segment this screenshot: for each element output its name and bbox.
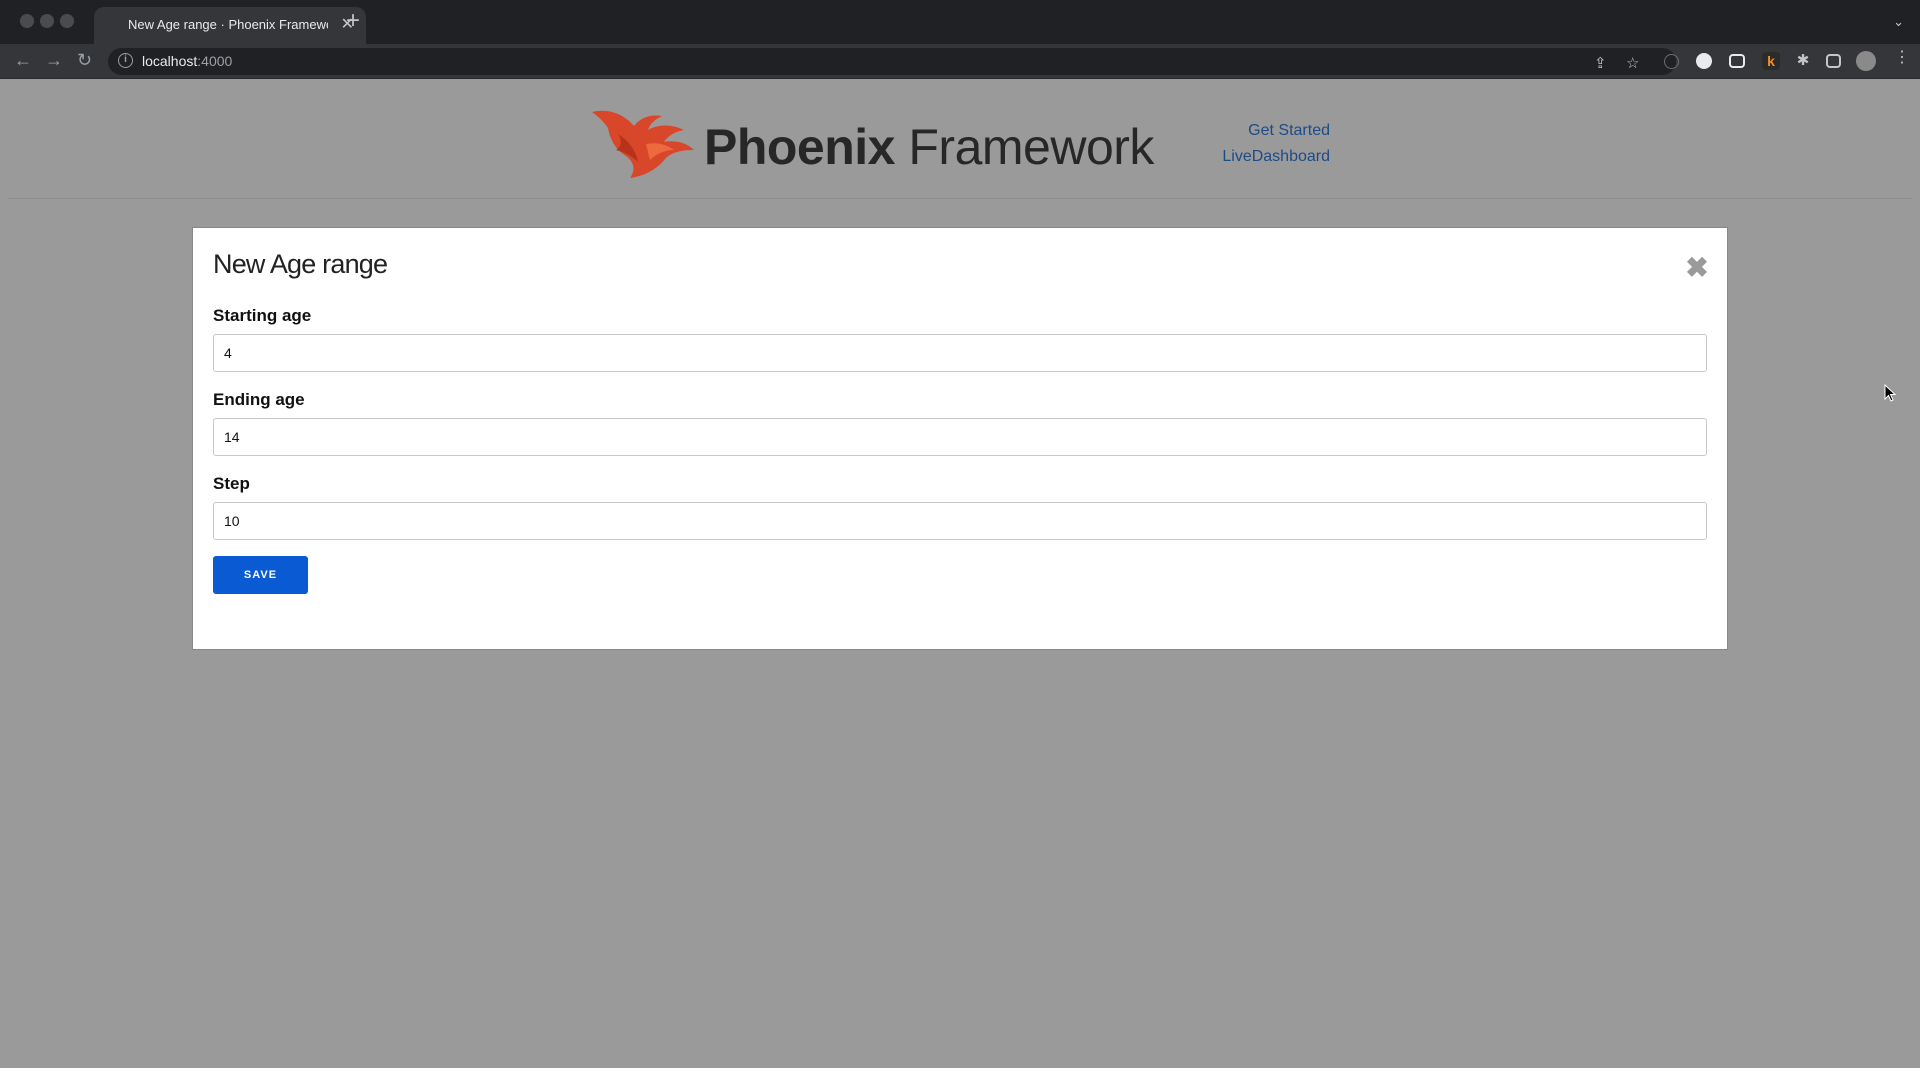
logo-text-light: Framework: [894, 119, 1154, 175]
bookmark-star-icon[interactable]: ☆: [1626, 54, 1639, 72]
url-text: localhost:4000: [142, 53, 232, 69]
extension-circle-icon[interactable]: [1696, 53, 1712, 69]
tab-title: New Age range · Phoenix Framework: [128, 17, 328, 32]
save-button[interactable]: SAVE: [213, 556, 308, 594]
browser-toolbar: ← → ↻ i localhost:4000 ⇪ ☆ k ✱ ⋮: [0, 44, 1920, 79]
step-label: Step: [213, 474, 250, 493]
reload-icon[interactable]: ↻: [77, 51, 92, 69]
window-minimize-dot[interactable]: [40, 14, 54, 28]
url-host: localhost: [142, 53, 198, 69]
phoenix-bird-icon: [592, 110, 694, 178]
window-maximize-dot[interactable]: [60, 14, 74, 28]
mouse-cursor-icon: [1884, 384, 1896, 402]
starting-age-label: Starting age: [213, 306, 312, 325]
get-started-link[interactable]: Get Started: [1160, 118, 1330, 144]
browser-tab-active[interactable]: New Age range · Phoenix Framework ✕: [94, 7, 366, 44]
logo-text-bold: Phoenix: [704, 119, 895, 175]
extension-k-icon[interactable]: k: [1762, 52, 1780, 70]
new-tab-button[interactable]: +: [346, 9, 360, 33]
ending-age-label: Ending age: [213, 390, 305, 409]
live-dashboard-link[interactable]: LiveDashboard: [1160, 144, 1330, 170]
site-header: Phoenix Framework Get Started LiveDashbo…: [0, 80, 1920, 198]
header-divider: [8, 198, 1912, 199]
ending-age-input[interactable]: [213, 418, 1707, 456]
share-icon[interactable]: ⇪: [1594, 54, 1607, 72]
logo-wordmark: Phoenix Framework: [704, 118, 1154, 176]
site-info-icon[interactable]: i: [118, 53, 133, 68]
address-bar[interactable]: i localhost:4000 ⇪ ☆: [108, 48, 1676, 75]
extension-info-icon[interactable]: [1664, 54, 1679, 69]
window-close-dot[interactable]: [20, 14, 34, 28]
page-content: Phoenix Framework Get Started LiveDashbo…: [0, 80, 1920, 1068]
extension-window-icon[interactable]: [1729, 54, 1745, 68]
browser-tab-bar: New Age range · Phoenix Framework ✕ + ⌄: [0, 0, 1920, 44]
tab-search-chevron-icon[interactable]: ⌄: [1893, 14, 1904, 30]
profile-avatar[interactable]: [1856, 51, 1876, 71]
forward-arrow-icon[interactable]: →: [45, 51, 63, 69]
close-icon[interactable]: ✖: [1685, 254, 1709, 282]
extensions-puzzle-icon[interactable]: ✱: [1794, 52, 1812, 70]
browser-menu-icon[interactable]: ⋮: [1894, 50, 1910, 66]
step-input[interactable]: [213, 502, 1707, 540]
modal-title: New Age range: [213, 249, 388, 279]
url-port: :4000: [197, 53, 233, 69]
header-nav: Get Started LiveDashboard: [1160, 118, 1330, 170]
starting-age-input[interactable]: [213, 334, 1707, 372]
back-arrow-icon[interactable]: ←: [14, 51, 32, 69]
side-panel-icon[interactable]: [1826, 54, 1841, 68]
phoenix-logo[interactable]: Phoenix Framework: [588, 104, 1154, 184]
new-age-range-modal: New Age range ✖ Starting age Ending age …: [192, 227, 1728, 650]
